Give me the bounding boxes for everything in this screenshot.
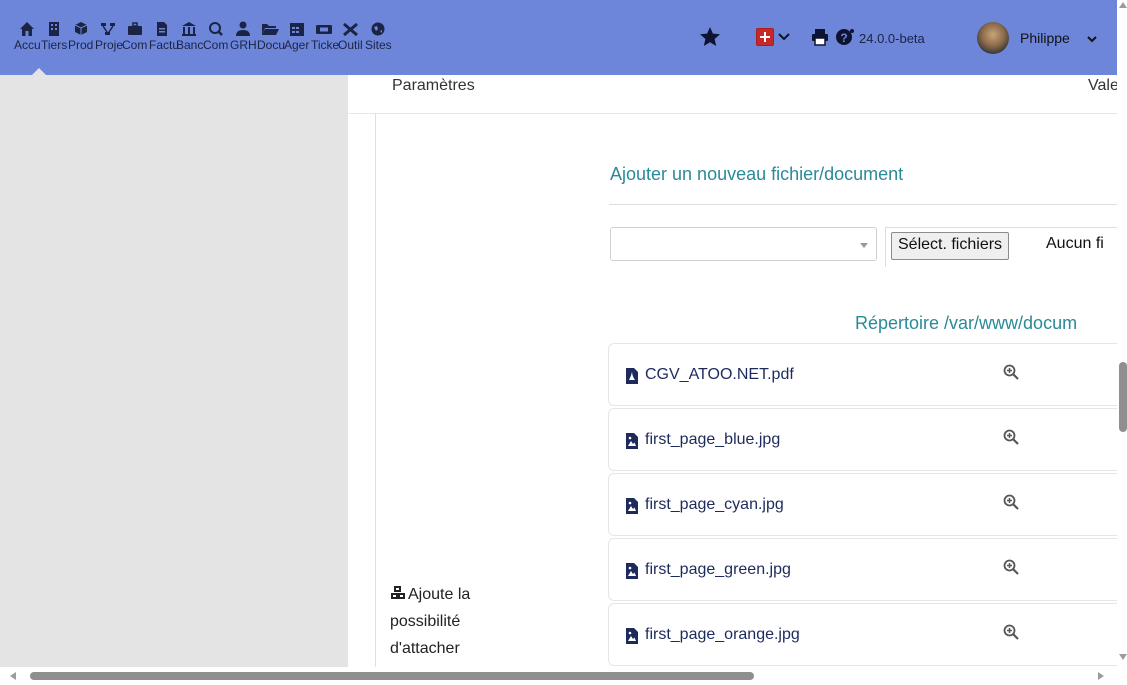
menu-item-grh[interactable]: GRH [230, 20, 257, 62]
briefcase-icon [128, 22, 142, 35]
ticket-icon [316, 25, 332, 34]
building-icon [49, 22, 59, 36]
scroll-down-arrow-icon[interactable] [1119, 654, 1127, 660]
scroll-right-arrow-icon[interactable] [1098, 672, 1104, 680]
help-icon[interactable]: ? [835, 27, 855, 47]
image-file-icon [626, 563, 638, 579]
printer-icon[interactable] [811, 28, 829, 46]
column-divider [348, 113, 376, 667]
zoom-in-icon[interactable] [1003, 559, 1019, 575]
zoom-in-icon[interactable] [1003, 429, 1019, 445]
user-name[interactable]: Philippe [1020, 30, 1070, 46]
column-header-parameters: Paramètres [392, 77, 475, 94]
chevron-down-icon[interactable] [777, 30, 791, 44]
file-link[interactable]: first_page_blue.jpg [645, 431, 780, 449]
cubes-icon [391, 586, 405, 599]
table-header: Paramètres Vale [348, 75, 1117, 114]
scroll-up-arrow-icon[interactable] [1119, 2, 1127, 8]
horizontal-scrollbar[interactable] [0, 667, 1117, 685]
folder-open-icon [262, 24, 279, 35]
menu-item-outils[interactable]: Outil [338, 20, 363, 62]
active-menu-indicator [32, 68, 46, 75]
image-file-icon [626, 628, 638, 644]
divider [609, 204, 1117, 205]
column-header-value: Vale [1088, 77, 1117, 94]
menu-item-banque[interactable]: Banc [176, 20, 203, 62]
image-file-icon [626, 498, 638, 514]
image-file-icon [626, 433, 638, 449]
version-label: 24.0.0-beta [859, 31, 925, 46]
project-icon [101, 23, 115, 35]
menu-item-documents[interactable]: Docu [257, 20, 285, 62]
scroll-left-arrow-icon[interactable] [10, 672, 16, 680]
zoom-in-icon[interactable] [1003, 364, 1019, 380]
language-flag-icon[interactable] [756, 28, 774, 46]
bank-icon [182, 22, 196, 36]
chevron-down-icon [860, 243, 868, 248]
user-tie-icon [236, 21, 250, 36]
file-list: CGV_ATOO.NET.pdf first_page_blue.jpg fir… [608, 343, 1117, 667]
file-category-select[interactable] [610, 227, 877, 261]
menu-item-projets[interactable]: Proje [95, 20, 123, 62]
file-row: first_page_green.jpg [608, 538, 1117, 601]
tools-icon [343, 22, 358, 37]
menu-item-tickets[interactable]: Ticke [311, 20, 339, 62]
file-link[interactable]: CGV_ATOO.NET.pdf [645, 366, 794, 384]
vertical-scroll-thumb[interactable] [1119, 362, 1127, 432]
avatar[interactable] [977, 22, 1009, 54]
bookmark-star-icon[interactable] [698, 25, 722, 49]
menu-item-tiers[interactable]: Tiers [41, 20, 67, 62]
top-menu-bar: Accu Tiers Prod Proje Com Factu Banc Com… [0, 0, 1127, 75]
module-description: Ajoute la possibilité d'attacher [390, 581, 530, 662]
calendar-icon [290, 23, 304, 36]
globe-icon [371, 22, 385, 36]
home-icon [20, 22, 34, 36]
menu-item-commercial[interactable]: Com [122, 20, 147, 62]
menu-label: Sites [365, 38, 392, 52]
file-row: first_page_cyan.jpg [608, 473, 1117, 536]
file-link[interactable]: first_page_green.jpg [645, 561, 791, 579]
horizontal-scroll-thumb[interactable] [30, 672, 754, 680]
directory-label: Répertoire /var/www/docum [855, 313, 1078, 333]
menu-item-comptabilite[interactable]: Com [203, 20, 228, 62]
file-row: first_page_blue.jpg [608, 408, 1117, 471]
no-file-label: Aucun fi [1046, 235, 1104, 252]
svg-text:?: ? [840, 31, 847, 45]
file-row: CGV_ATOO.NET.pdf [608, 343, 1117, 406]
menu-item-facturation[interactable]: Factu [149, 20, 179, 62]
search-dollar-icon [209, 22, 223, 36]
chevron-down-icon[interactable] [1086, 33, 1098, 45]
select-files-button[interactable]: Sélect. fichiers [891, 232, 1010, 260]
menu-item-agenda[interactable]: Ager [284, 20, 309, 62]
zoom-in-icon[interactable] [1003, 624, 1019, 640]
menu-item-sites[interactable]: Sites [365, 20, 392, 62]
main-menu: Accu Tiers Prod Proje Com Factu Banc Com… [14, 20, 394, 62]
pdf-file-icon [626, 368, 638, 384]
file-link[interactable]: first_page_cyan.jpg [645, 496, 784, 514]
vertical-scrollbar[interactable] [1117, 0, 1127, 667]
zoom-in-icon[interactable] [1003, 494, 1019, 510]
file-link[interactable]: first_page_orange.jpg [645, 626, 800, 644]
invoice-icon [157, 22, 167, 36]
file-row: first_page_orange.jpg [608, 603, 1117, 666]
left-panel [0, 75, 348, 667]
add-file-title: Ajouter un nouveau fichier/document [610, 164, 904, 184]
cube-icon [74, 22, 88, 35]
main-content: Paramètres Vale Ajouter un nouveau fichi… [348, 75, 1117, 667]
menu-item-produits[interactable]: Prod [68, 20, 93, 62]
menu-item-accueil[interactable]: Accu [14, 20, 41, 62]
